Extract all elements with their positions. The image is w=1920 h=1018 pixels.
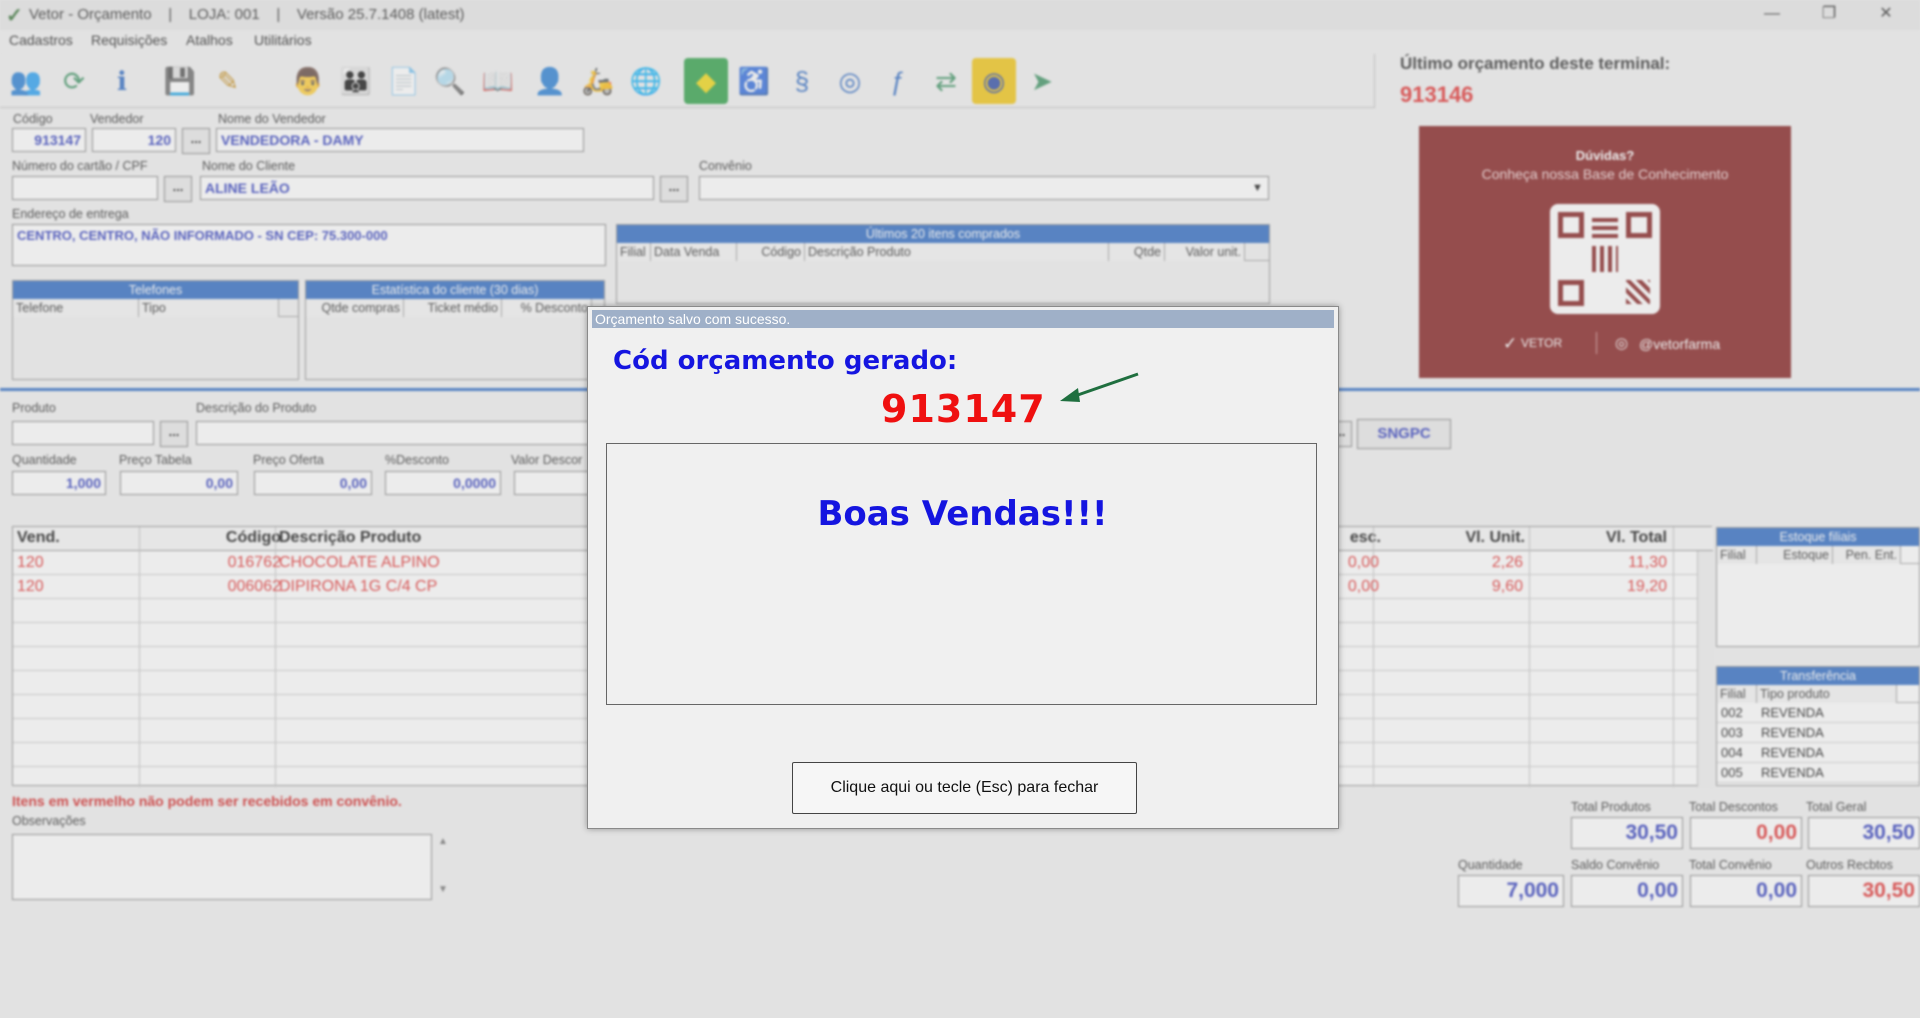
green-arrow-icon: [1060, 372, 1139, 402]
dialog-message-box: Boas Vendas!!!: [606, 443, 1317, 705]
dialog-code-label: Cód orçamento gerado:: [613, 346, 958, 376]
orcamento-saved-dialog: Orçamento salvo com sucesso. Cód orçamen…: [587, 306, 1339, 829]
dialog-close-button[interactable]: Clique aqui ou tecle (Esc) para fechar: [792, 762, 1137, 814]
dialog-title: Orçamento salvo com sucesso.: [592, 310, 1334, 328]
dialog-message: Boas Vendas!!!: [817, 494, 1108, 534]
dialog-code-value: 913147: [881, 387, 1046, 431]
